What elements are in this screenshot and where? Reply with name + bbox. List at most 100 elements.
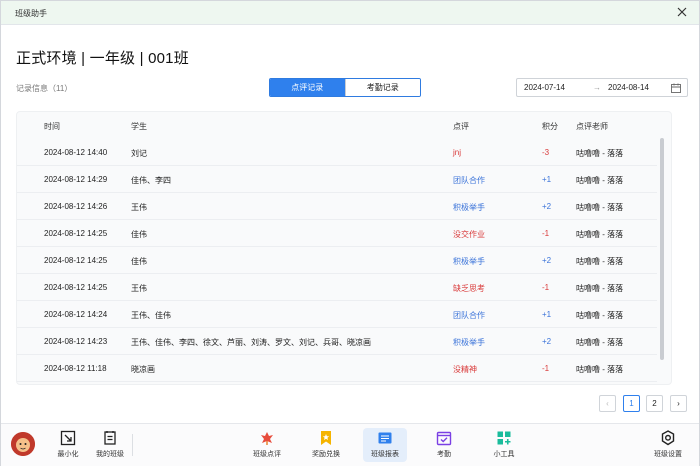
row-time: 2024-08-12 11:18 xyxy=(44,364,107,373)
row-score: +2 xyxy=(542,202,552,211)
record-count: 记录信息（11） xyxy=(16,84,73,93)
rewards-label: 奖励兑换 xyxy=(312,451,340,458)
row-time: 2024-08-12 14:25 xyxy=(44,256,108,265)
flower-icon xyxy=(259,430,275,446)
row-teacher: 咕噜噜 - 落落 xyxy=(576,176,624,185)
minimize-label: 最小化 xyxy=(57,451,79,458)
table-row[interactable]: 2024-08-12 14:23 王伟、佳伟、李四、徐文、芦丽、刘涛、罗文、刘记、… xyxy=(17,328,657,355)
row-time: 2024-08-12 14:25 xyxy=(44,229,108,238)
row-comment: 积极举手 xyxy=(453,338,485,347)
row-teacher: 咕噜噜 - 落落 xyxy=(576,203,624,212)
class-review-button[interactable]: 班级点评 xyxy=(245,430,289,459)
row-score: -3 xyxy=(542,148,550,157)
row-teacher: 咕噜噜 - 落落 xyxy=(576,257,624,266)
window-title: 班级助手 xyxy=(15,9,47,18)
tools-label: 小工具 xyxy=(493,451,515,458)
row-comment: 团队合作 xyxy=(453,311,485,320)
row-students: 佳伟、李四 xyxy=(131,176,171,185)
prev-page-button[interactable]: ‹ xyxy=(599,395,616,412)
class-report-label: 班级报表 xyxy=(371,451,399,458)
tab-attendance-records[interactable]: 考勤记录 xyxy=(344,79,420,96)
table-row[interactable]: 2024-08-12 14:26 王伟 积极举手 +2 咕噜噜 - 落落 xyxy=(17,193,657,220)
minimize-icon xyxy=(60,430,76,446)
table-row[interactable]: 2024-08-12 11:18 晓凉画 没精神 -1 咕噜噜 - 落落 xyxy=(17,355,657,382)
row-score: -1 xyxy=(542,283,550,292)
row-students: 王伟、佳伟、李四、徐文、芦丽、刘涛、罗文、刘记、兵哥、晓凉画 xyxy=(131,338,371,347)
record-type-tabs: 点评记录 考勤记录 xyxy=(269,78,421,97)
row-time: 2024-08-12 14:25 xyxy=(44,283,108,292)
bottom-toolbar: 最小化 我的班级 班级点评 奖励兑换 班级报表 考勤 小工具 班级设置 xyxy=(1,423,699,466)
gear-icon xyxy=(660,430,676,446)
table-row[interactable]: 2024-08-12 14:40 刘记 jnj -3 咕噜噜 - 落落 xyxy=(17,139,657,166)
row-teacher: 咕噜噜 - 落落 xyxy=(576,365,624,374)
user-avatar[interactable] xyxy=(11,432,35,456)
row-time: 2024-08-12 14:23 xyxy=(44,337,108,346)
row-score: -1 xyxy=(542,364,550,373)
table-row[interactable]: 2024-08-12 14:25 佳伟 积极举手 +2 咕噜噜 - 落落 xyxy=(17,247,657,274)
my-class-button[interactable]: 我的班级 xyxy=(88,430,132,459)
table-row[interactable]: 2024-08-12 14:24 王伟、佳伟 团队合作 +1 咕噜噜 - 落落 xyxy=(17,301,657,328)
column-header-teacher: 点评老师 xyxy=(576,122,608,131)
table-row[interactable]: 2024-08-12 14:25 王伟 缺乏思考 -1 咕噜噜 - 落落 xyxy=(17,274,657,301)
class-list-icon xyxy=(102,430,118,446)
rewards-button[interactable]: 奖励兑换 xyxy=(304,430,348,459)
date-range-picker[interactable]: 2024-07-14 → 2024-08-14 xyxy=(516,78,688,97)
row-students: 王伟 xyxy=(131,284,147,293)
next-page-button[interactable]: › xyxy=(670,395,687,412)
date-separator: → xyxy=(593,83,601,92)
class-settings-button[interactable]: 班级设置 xyxy=(646,430,690,459)
page-title: 正式环境 | 一年级 | 001班 xyxy=(16,50,189,67)
table-header: 时间 学生 点评 积分 点评老师 xyxy=(17,112,657,139)
row-teacher: 咕噜噜 - 落落 xyxy=(576,311,624,320)
row-students: 佳伟 xyxy=(131,257,147,266)
class-report-button[interactable]: 班级报表 xyxy=(363,428,407,462)
title-bar: 班级助手 xyxy=(1,1,699,25)
table-scrollbar[interactable] xyxy=(660,138,664,360)
row-score: +1 xyxy=(542,175,552,184)
start-date[interactable]: 2024-07-14 xyxy=(524,83,565,92)
bookmark-star-icon xyxy=(318,430,334,446)
calendar-icon[interactable] xyxy=(671,83,681,95)
attendance-label: 考勤 xyxy=(437,451,451,458)
row-comment: 缺乏思考 xyxy=(453,284,485,293)
row-score: -1 xyxy=(542,229,550,238)
calendar-check-icon xyxy=(436,430,452,446)
grid-icon xyxy=(496,430,512,446)
row-comment: jnj xyxy=(453,148,462,157)
column-header-score: 积分 xyxy=(542,122,558,131)
row-comment: 没交作业 xyxy=(453,230,485,239)
row-comment: 团队合作 xyxy=(453,176,485,185)
tools-button[interactable]: 小工具 xyxy=(482,430,526,459)
page-button-1[interactable]: 1 xyxy=(623,395,640,412)
attendance-button[interactable]: 考勤 xyxy=(422,430,466,459)
table-row[interactable]: 2024-08-12 14:29 佳伟、李四 团队合作 +1 咕噜噜 - 落落 xyxy=(17,166,657,193)
row-score: +2 xyxy=(542,256,552,265)
row-teacher: 咕噜噜 - 落落 xyxy=(576,149,624,158)
row-teacher: 咕噜噜 - 落落 xyxy=(576,284,624,293)
column-header-student: 学生 xyxy=(131,122,147,131)
row-teacher: 咕噜噜 - 落落 xyxy=(576,338,624,347)
row-students: 刘记 xyxy=(131,149,147,158)
row-comment: 积极举手 xyxy=(453,203,485,212)
row-time: 2024-08-12 14:29 xyxy=(44,175,108,184)
row-time: 2024-08-12 14:24 xyxy=(44,310,108,319)
app-window: 班级助手 正式环境 | 一年级 | 001班 记录信息（11） 点评记录 考勤记… xyxy=(0,0,700,466)
page-button-2[interactable]: 2 xyxy=(646,395,663,412)
end-date[interactable]: 2024-08-14 xyxy=(608,83,649,92)
toolbar-divider xyxy=(132,434,133,456)
row-score: +2 xyxy=(542,337,552,346)
table-row[interactable]: 2024-08-12 14:25 佳伟 没交作业 -1 咕噜噜 - 落落 xyxy=(17,220,657,247)
class-settings-label: 班级设置 xyxy=(654,451,682,458)
my-class-label: 我的班级 xyxy=(96,451,124,458)
close-icon[interactable] xyxy=(675,5,689,19)
column-header-comment: 点评 xyxy=(453,122,469,131)
row-students: 佳伟 xyxy=(131,230,147,239)
row-score: +1 xyxy=(542,310,552,319)
tab-review-records[interactable]: 点评记录 xyxy=(270,79,345,96)
row-students: 王伟 xyxy=(131,203,147,212)
report-icon xyxy=(377,430,393,446)
minimize-button[interactable]: 最小化 xyxy=(46,430,90,459)
row-comment: 没精神 xyxy=(453,365,477,374)
column-header-time: 时间 xyxy=(44,122,60,131)
row-time: 2024-08-12 14:26 xyxy=(44,202,108,211)
